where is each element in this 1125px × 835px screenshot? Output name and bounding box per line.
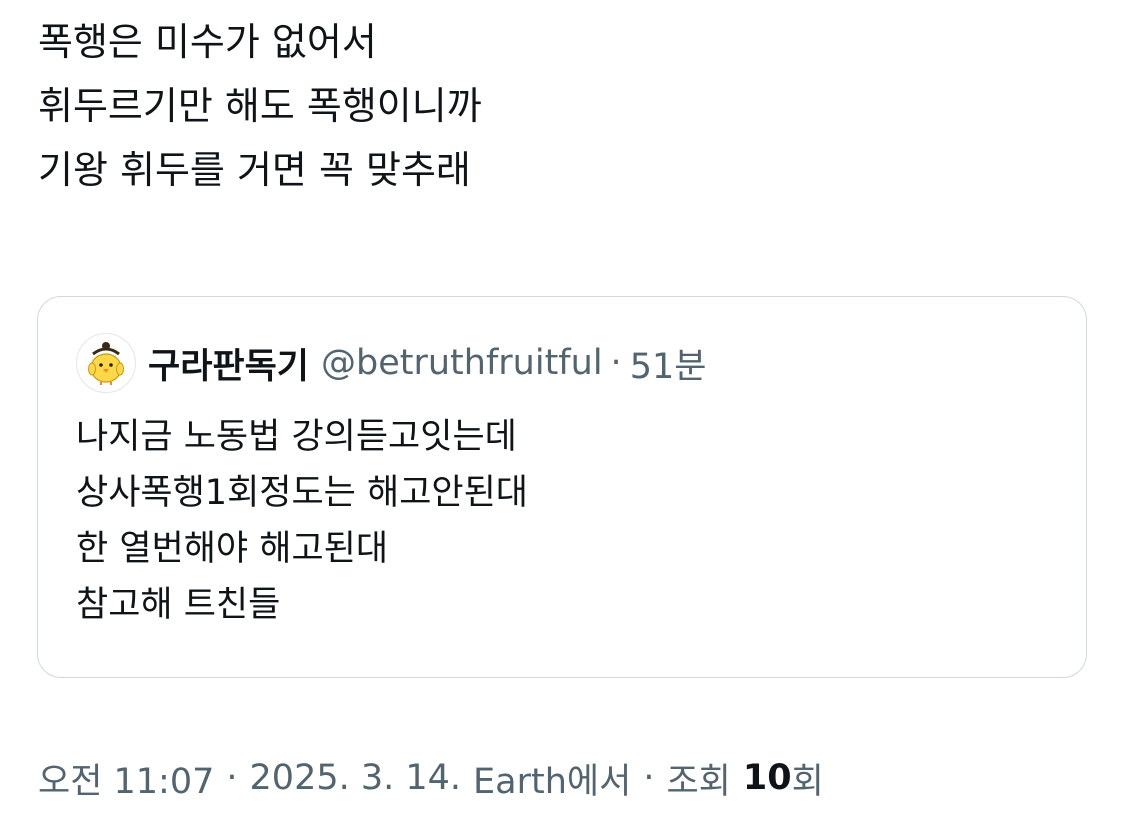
- separator-dot: ·: [610, 343, 622, 383]
- yellow-chick-avatar-icon[interactable]: [76, 333, 136, 393]
- views-suffix: 회: [791, 761, 824, 802]
- quoted-line: 참고해 트친들: [76, 585, 281, 625]
- chick-avatar-graphic: [88, 342, 124, 385]
- tweet-line: 폭행은 미수가 없어서: [38, 20, 377, 64]
- views-label: 조회: [666, 761, 731, 802]
- quoted-timestamp[interactable]: 51분: [630, 338, 707, 389]
- quoted-tweet-text: 나지금 노동법 강의듣고잇는데 상사폭행1회정도는 해고안된대 한 열번해야 해…: [76, 409, 528, 633]
- quoted-line: 상사폭행1회정도는 해고안된대: [76, 473, 528, 513]
- tweet-metadata: 오전 11:07 · 2025. 3. 14. Earth에서 · 조회 10 …: [38, 750, 824, 806]
- post-time[interactable]: 오전 11:07: [38, 753, 214, 804]
- tweet-line: 기왕 휘두를 거면 꼭 맞추래: [38, 148, 471, 192]
- post-date[interactable]: 2025. 3. 14.: [250, 758, 462, 798]
- separator-dot: ·: [643, 758, 655, 798]
- quoted-line: 나지금 노동법 강의듣고잇는데: [76, 417, 517, 457]
- quoted-line: 한 열번해야 해고된대: [76, 529, 389, 569]
- quoted-handle[interactable]: @betruthfruitful: [321, 343, 603, 383]
- quoted-tweet-card[interactable]: 구라판독기 @betruthfruitful · 51분 나지금 노동법 강의듣…: [37, 296, 1087, 678]
- post-source[interactable]: Earth에서: [473, 753, 631, 804]
- quoted-display-name[interactable]: 구라판독기: [148, 338, 309, 389]
- tweet-text: 폭행은 미수가 없어서 휘두르기만 해도 폭행이니까 기왕 휘두를 거면 꼭 맞…: [38, 10, 482, 202]
- views-count: 10: [742, 758, 792, 798]
- quoted-tweet-header: 구라판독기 @betruthfruitful · 51분: [76, 333, 706, 393]
- tweet-line: 휘두르기만 해도 폭행이니까: [38, 84, 482, 128]
- separator-dot: ·: [226, 758, 238, 798]
